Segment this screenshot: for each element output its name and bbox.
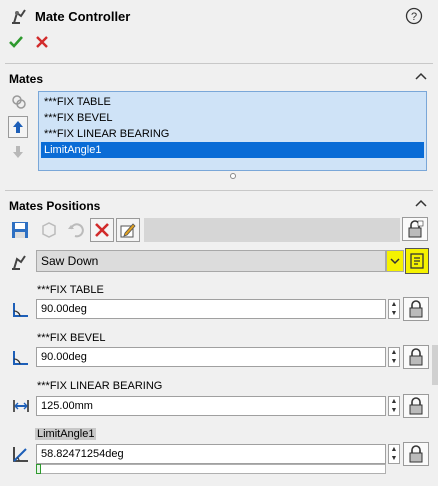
move-down-button[interactable] bbox=[8, 142, 28, 162]
mates-list-icon bbox=[10, 93, 28, 111]
mates-list[interactable]: ***FIX TABLE ***FIX BEVEL ***FIX LINEAR … bbox=[38, 91, 427, 171]
mate-value-field[interactable]: 90.00deg bbox=[36, 347, 386, 367]
position-select[interactable]: Saw Down bbox=[36, 250, 386, 272]
ok-button[interactable] bbox=[6, 32, 26, 52]
undo-icon bbox=[64, 218, 88, 242]
toolbar-filler bbox=[144, 218, 400, 242]
dropdown-toggle[interactable] bbox=[386, 250, 404, 272]
lock-button[interactable] bbox=[403, 297, 429, 321]
mate-value-field[interactable]: 125.00mm bbox=[36, 396, 386, 416]
mate-controller-icon bbox=[10, 6, 30, 26]
collapse-positions-icon[interactable] bbox=[415, 197, 427, 211]
value-slider[interactable] bbox=[36, 464, 386, 474]
help-icon[interactable]: ? bbox=[404, 6, 424, 26]
lock-all-button[interactable] bbox=[402, 217, 428, 241]
mate-value-field[interactable]: 58.82471254deg bbox=[36, 444, 386, 464]
move-up-button[interactable] bbox=[8, 116, 28, 138]
angle-icon bbox=[10, 298, 32, 320]
list-item[interactable]: ***FIX LINEAR BEARING bbox=[41, 126, 424, 142]
limit-angle-icon bbox=[10, 443, 32, 465]
edit-button[interactable] bbox=[116, 218, 140, 242]
position-select-value: Saw Down bbox=[41, 254, 99, 268]
mate-label-highlighted: LimitAngle1 bbox=[35, 428, 97, 440]
list-item-selected[interactable]: LimitAngle1 bbox=[41, 142, 424, 158]
svg-text:?: ? bbox=[411, 11, 417, 23]
mates-section-heading: Mates bbox=[9, 72, 44, 86]
resize-handle[interactable] bbox=[230, 173, 236, 179]
value-spinner[interactable]: ▲ ▼ bbox=[388, 444, 400, 464]
lock-button[interactable] bbox=[403, 345, 429, 369]
mate-value-field[interactable]: 90.00deg bbox=[36, 299, 386, 319]
distance-icon bbox=[10, 395, 32, 417]
lock-button[interactable] bbox=[403, 442, 429, 466]
angle-icon bbox=[10, 346, 32, 368]
delete-button[interactable] bbox=[90, 218, 114, 242]
value-spinner[interactable]: ▲ ▼ bbox=[388, 347, 400, 367]
scrollbar[interactable] bbox=[432, 345, 438, 385]
slider-thumb[interactable] bbox=[36, 464, 41, 474]
page-title: Mate Controller bbox=[35, 9, 131, 24]
mate-label: ***FIX BEVEL bbox=[37, 332, 106, 344]
mate-label: ***FIX TABLE bbox=[37, 284, 104, 296]
collapse-mates-icon[interactable] bbox=[415, 70, 427, 84]
list-item[interactable]: ***FIX BEVEL bbox=[41, 110, 424, 126]
reload-icon bbox=[37, 218, 61, 242]
position-icon bbox=[8, 251, 32, 273]
list-item[interactable]: ***FIX TABLE bbox=[41, 94, 424, 110]
positions-section-heading: Mates Positions bbox=[9, 199, 101, 213]
value-spinner[interactable]: ▲ ▼ bbox=[388, 396, 400, 416]
value-spinner[interactable]: ▲ ▼ bbox=[388, 299, 400, 319]
lock-button[interactable] bbox=[403, 394, 429, 418]
new-position-button[interactable] bbox=[405, 248, 429, 274]
mate-label: ***FIX LINEAR BEARING bbox=[37, 380, 163, 392]
save-position-icon[interactable] bbox=[8, 218, 32, 242]
cancel-button[interactable] bbox=[32, 32, 52, 52]
